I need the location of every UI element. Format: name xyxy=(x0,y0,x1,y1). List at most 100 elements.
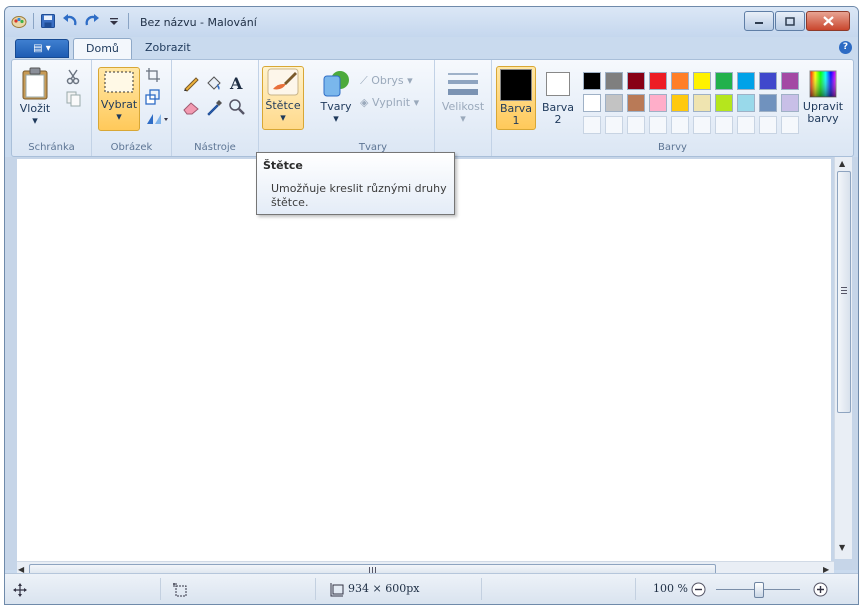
customize-toolbar-icon[interactable] xyxy=(106,13,122,29)
palette-color-swatch[interactable] xyxy=(715,72,733,90)
group-tools: A Nástroje xyxy=(172,60,259,156)
group-shapes: Tvary ▾ ⟋ Obrys ▾ ◈ Vyplnit ▾ Tvary xyxy=(312,60,435,156)
shapes-dropdown-icon[interactable]: ▾ xyxy=(318,113,354,125)
color1-button[interactable]: Barva 1 xyxy=(496,66,536,130)
palette-color-swatch[interactable] xyxy=(715,94,733,112)
undo-icon[interactable] xyxy=(62,13,78,29)
palette-color-swatch[interactable] xyxy=(583,72,601,90)
custom-color-slot[interactable] xyxy=(737,116,755,134)
status-divider xyxy=(160,578,161,600)
outline-label: Obrys xyxy=(371,74,404,87)
brushes-button[interactable]: Štětce ▾ xyxy=(262,66,304,130)
outline-icon: ⟋ xyxy=(360,74,368,87)
maximize-icon xyxy=(785,16,795,26)
copy-icon[interactable] xyxy=(64,90,82,108)
paint-app-icon[interactable] xyxy=(11,13,27,29)
rotate-icon[interactable] xyxy=(144,110,170,128)
size-dropdown-icon[interactable]: ▾ xyxy=(439,113,487,125)
help-icon[interactable]: ? xyxy=(839,41,852,54)
palette-color-swatch[interactable] xyxy=(671,72,689,90)
close-icon xyxy=(822,16,834,26)
group-label-colors: Barvy xyxy=(658,142,687,153)
select-dropdown-icon[interactable]: ▾ xyxy=(99,111,139,123)
custom-color-slot[interactable] xyxy=(671,116,689,134)
group-label-tools: Nástroje xyxy=(194,142,236,153)
palette-color-swatch[interactable] xyxy=(627,94,645,112)
palette-color-swatch[interactable] xyxy=(759,94,777,112)
file-menu-button[interactable]: ▤ ▾ xyxy=(15,39,69,58)
palette-color-swatch[interactable] xyxy=(759,72,777,90)
palette-color-swatch[interactable] xyxy=(693,94,711,112)
palette-color-swatch[interactable] xyxy=(671,94,689,112)
svg-text:A: A xyxy=(229,74,243,92)
text-tool-icon[interactable]: A xyxy=(228,74,246,92)
toolbar-separator xyxy=(128,13,129,29)
scroll-down-icon[interactable]: ▼ xyxy=(839,543,845,552)
close-button[interactable] xyxy=(806,11,850,31)
palette-color-swatch[interactable] xyxy=(737,94,755,112)
fill-bucket-icon[interactable] xyxy=(205,74,223,92)
custom-color-slot[interactable] xyxy=(693,116,711,134)
tab-home[interactable]: Domů xyxy=(73,38,132,60)
custom-color-slot[interactable] xyxy=(759,116,777,134)
palette-color-swatch[interactable] xyxy=(605,94,623,112)
custom-color-slot[interactable] xyxy=(649,116,667,134)
eraser-icon[interactable] xyxy=(182,98,200,116)
paste-button[interactable]: Vložit ▾ xyxy=(18,66,52,130)
palette-color-swatch[interactable] xyxy=(627,72,645,90)
palette-color-swatch[interactable] xyxy=(583,94,601,112)
pencil-icon[interactable] xyxy=(182,74,200,92)
minimize-button[interactable] xyxy=(744,11,774,31)
redo-icon[interactable] xyxy=(84,13,100,29)
zoom-out-button[interactable] xyxy=(691,582,706,600)
palette-color-swatch[interactable] xyxy=(693,72,711,90)
drawing-canvas[interactable] xyxy=(17,159,831,562)
custom-color-slot[interactable] xyxy=(627,116,645,134)
window-controls xyxy=(744,11,850,31)
color1-number: 1 xyxy=(512,114,520,127)
canvas-size-icon xyxy=(330,583,344,600)
select-button[interactable]: Vybrat ▾ xyxy=(98,67,140,131)
quick-access-toolbar xyxy=(11,13,129,29)
maximize-button[interactable] xyxy=(775,11,805,31)
custom-color-slot[interactable] xyxy=(715,116,733,134)
window-title: Bez názvu - Malování xyxy=(140,16,257,29)
tab-view[interactable]: Zobrazit xyxy=(133,38,203,59)
zoom-level: 100 % xyxy=(653,582,688,595)
canvas-size-text: 934 × 600px xyxy=(348,582,420,595)
fill-button[interactable]: ◈ Vyplnit ▾ xyxy=(360,96,419,109)
cut-icon[interactable] xyxy=(64,68,82,86)
zoom-slider-thumb[interactable] xyxy=(754,582,764,598)
custom-color-slot[interactable] xyxy=(583,116,601,134)
custom-color-slot[interactable] xyxy=(605,116,623,134)
scroll-up-icon[interactable]: ▲ xyxy=(839,159,845,168)
paste-dropdown-icon[interactable]: ▾ xyxy=(18,115,52,127)
resize-icon[interactable] xyxy=(144,88,162,106)
palette-color-swatch[interactable] xyxy=(737,72,755,90)
palette-color-swatch[interactable] xyxy=(649,72,667,90)
zoom-in-button[interactable] xyxy=(813,582,828,600)
brush-icon xyxy=(267,68,299,96)
status-bar: 934 × 600px 100 % xyxy=(5,573,858,604)
color2-button[interactable]: Barva 2 xyxy=(539,66,577,128)
shapes-button[interactable]: Tvary ▾ xyxy=(318,68,354,130)
edit-colors-button[interactable]: Upravit barvy xyxy=(797,70,849,132)
magnifier-icon[interactable] xyxy=(228,98,246,116)
group-label-clipboard: Schránka xyxy=(28,142,75,153)
brushes-dropdown-icon[interactable]: ▾ xyxy=(263,112,303,124)
select-icon xyxy=(104,71,134,93)
palette-color-swatch[interactable] xyxy=(649,94,667,112)
save-icon[interactable] xyxy=(40,13,56,29)
group-image: Vybrat ▾ Obrázek xyxy=(92,60,172,156)
group-size: Velikost ▾ xyxy=(435,60,492,156)
size-button[interactable]: Velikost ▾ xyxy=(439,70,487,132)
vertical-scrollbar[interactable]: ▲ ▼ xyxy=(834,157,852,559)
color-picker-icon[interactable] xyxy=(205,98,223,116)
vertical-scroll-thumb[interactable] xyxy=(837,171,851,413)
ribbon-tab-row: ▤ ▾ Domů Zobrazit ? xyxy=(5,37,858,60)
crop-icon[interactable] xyxy=(144,66,162,84)
palette-color-swatch[interactable] xyxy=(605,72,623,90)
outline-button[interactable]: ⟋ Obrys ▾ xyxy=(360,74,413,88)
color2-number: 2 xyxy=(554,113,562,126)
group-brushes: Štětce ▾ xyxy=(259,60,312,156)
